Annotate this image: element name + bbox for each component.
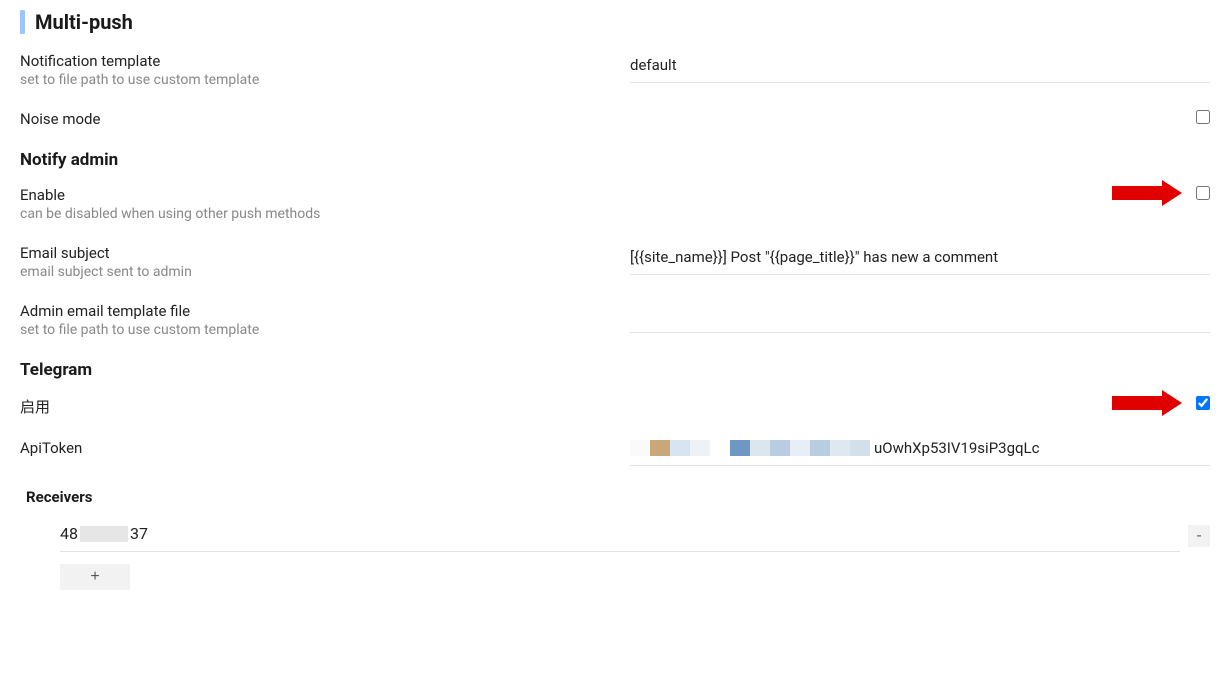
row-admin-template: Admin email template file set to file pa… xyxy=(20,302,1210,338)
api-token-field[interactable]: uOwhXp53IV19siP3gqLc xyxy=(630,439,1210,466)
enable-admin-checkbox[interactable] xyxy=(1196,186,1210,200)
label-admin-template: Admin email template file xyxy=(20,302,630,320)
section-title-multi-push: Multi-push xyxy=(20,10,1210,34)
row-noise-mode: Noise mode xyxy=(20,110,1210,128)
label-email-subject: Email subject xyxy=(20,244,630,262)
hint-notification-template: set to file path to use custom template xyxy=(20,72,630,88)
row-api-token: ApiToken uOwhXp53IV19siP3gqLc xyxy=(20,439,1210,466)
enable-telegram-checkbox[interactable] xyxy=(1196,396,1210,410)
receiver-suffix: 37 xyxy=(130,524,148,543)
receiver-row: 48 37 - xyxy=(20,520,1210,552)
label-enable-admin: Enable xyxy=(20,186,630,204)
api-token-redacted-icon xyxy=(630,440,870,456)
remove-receiver-button[interactable]: - xyxy=(1188,525,1210,547)
row-enable-telegram: 启用 xyxy=(20,396,1210,417)
add-receiver-button[interactable]: + xyxy=(60,564,130,590)
section-title-telegram: Telegram xyxy=(20,360,1210,380)
hint-enable-admin: can be disabled when using other push me… xyxy=(20,206,630,222)
row-email-subject: Email subject email subject sent to admi… xyxy=(20,244,1210,280)
receiver-input[interactable]: 48 37 xyxy=(60,520,1180,552)
api-token-visible-suffix: uOwhXp53IV19siP3gqLc xyxy=(874,439,1039,457)
label-enable-telegram: 启用 xyxy=(20,396,630,417)
email-subject-input[interactable] xyxy=(630,244,1210,275)
noise-mode-checkbox[interactable] xyxy=(1196,110,1210,124)
receiver-redacted-icon xyxy=(80,526,128,542)
label-notification-template: Notification template xyxy=(20,52,630,70)
row-notification-template: Notification template set to file path t… xyxy=(20,52,1210,88)
admin-template-input[interactable] xyxy=(630,302,1210,333)
label-api-token: ApiToken xyxy=(20,439,630,457)
receiver-prefix: 48 xyxy=(60,524,78,543)
notification-template-input[interactable] xyxy=(630,52,1210,83)
hint-admin-template: set to file path to use custom template xyxy=(20,322,630,338)
row-enable-admin: Enable can be disabled when using other … xyxy=(20,186,1210,222)
receivers-title: Receivers xyxy=(20,488,1210,506)
label-noise-mode: Noise mode xyxy=(20,110,630,128)
section-title-notify-admin: Notify admin xyxy=(20,150,1210,170)
hint-email-subject: email subject sent to admin xyxy=(20,264,630,280)
